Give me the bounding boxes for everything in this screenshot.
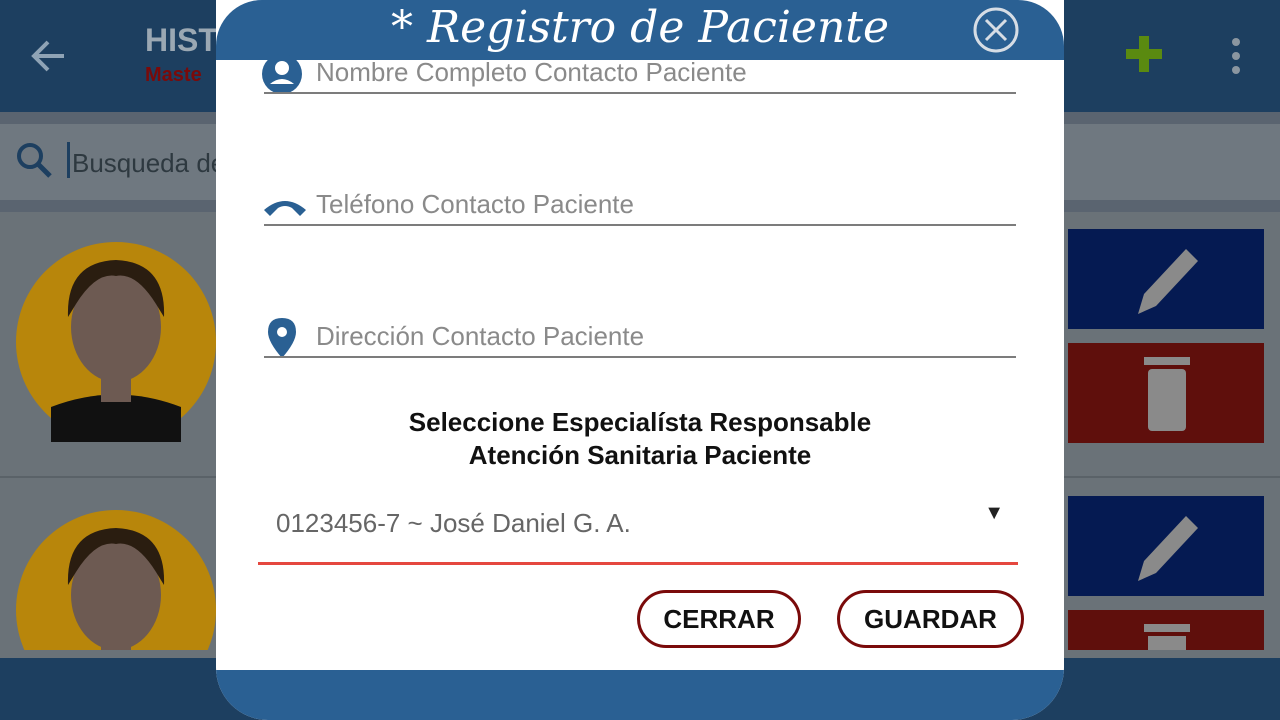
back-arrow-icon[interactable] [28,32,68,80]
search-input[interactable] [70,144,234,182]
pencil-icon [1138,249,1198,314]
search-icon [14,140,54,180]
pencil-icon [1138,516,1198,581]
select-value: 0123456-7 ~ José Daniel G. A. [276,508,631,538]
specialist-select[interactable]: 0123456-7 ~ José Daniel G. A. ▼ [258,496,1018,565]
avatar [16,510,216,650]
specialist-select-heading: Seleccione Especialísta Responsable Aten… [216,406,1064,472]
close-circle-icon[interactable] [972,6,1020,54]
trash-icon [1144,357,1190,431]
app-subtitle: Maste [145,64,202,86]
more-options-icon[interactable] [1226,38,1246,74]
edit-button[interactable] [1068,496,1264,596]
dialog-footer [216,670,1064,720]
contact-name-field[interactable] [264,52,1016,94]
add-icon[interactable] [1124,28,1164,80]
cerrar-button[interactable]: CERRAR [637,590,801,648]
dropdown-arrow-icon: ▼ [984,502,1004,524]
avatar [16,242,216,442]
delete-button[interactable] [1068,343,1264,443]
dialog-title: * Registro de Paciente [390,2,890,53]
contact-address-field[interactable] [264,316,1016,358]
delete-button[interactable] [1068,610,1264,650]
trash-icon [1144,624,1190,650]
patient-registration-dialog: * Registro de Paciente Seleccione Especi… [216,0,1064,720]
select-heading-line: Atención Sanitaria Paciente [468,440,812,470]
guardar-button[interactable]: GUARDAR [837,590,1024,648]
dialog-header: * Registro de Paciente [216,0,1064,60]
edit-button[interactable] [1068,229,1264,329]
contact-phone-field[interactable] [264,184,1016,226]
select-heading-line: Seleccione Especialísta Responsable [408,407,872,437]
